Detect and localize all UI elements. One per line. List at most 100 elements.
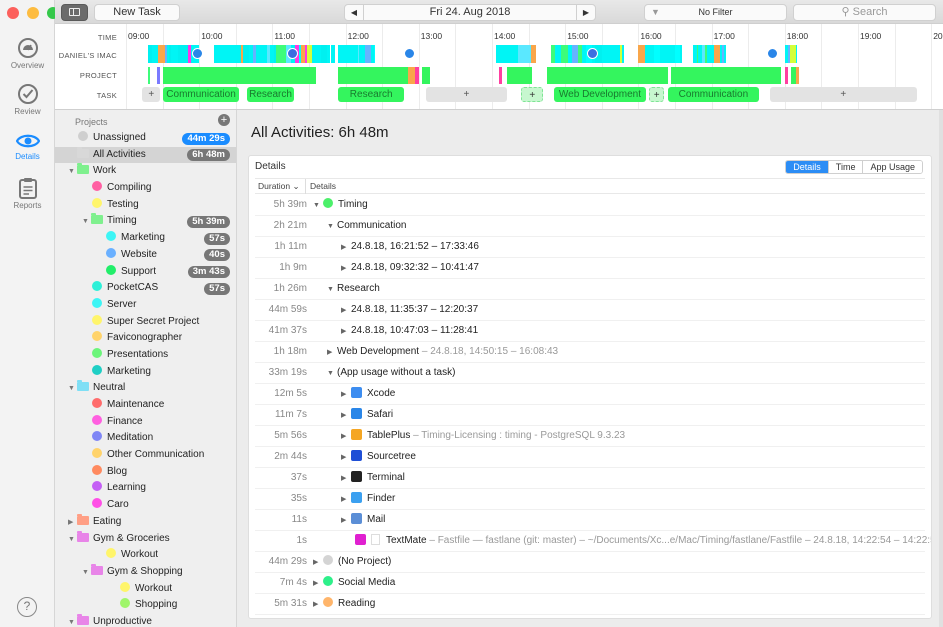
tab-time[interactable]: Time	[827, 161, 863, 173]
table-row[interactable]: 1h 18m ▶ Web Development – 24.8.18, 14:50:…	[255, 342, 925, 363]
scrollbar[interactable]	[939, 110, 943, 627]
add-project-button[interactable]: +	[218, 114, 230, 126]
rail-item-review[interactable]: Review	[0, 83, 55, 116]
tab-app-usage[interactable]: App Usage	[862, 161, 922, 173]
sidebar-item-learning[interactable]: Learning	[55, 480, 236, 497]
disclosure-expanded-icon[interactable]: ▼	[327, 217, 337, 237]
project-segment[interactable]	[162, 67, 317, 84]
add-task-button[interactable]: +	[426, 87, 507, 102]
sidebar-item-support[interactable]: Support 3m 43s	[55, 264, 236, 281]
sidebar-item-blog[interactable]: Blog	[55, 464, 236, 481]
table-row[interactable]: 44m 59s ▶ 24.8.18, 11:35:37 – 12:20:37	[255, 300, 925, 321]
sidebar-item-presentations[interactable]: Presentations	[55, 347, 236, 364]
sidebar-item-workout[interactable]: Workout	[55, 547, 236, 564]
sidebar-item-pocketcas[interactable]: PocketCAS 57s	[55, 280, 236, 297]
sidebar-item-faviconographer[interactable]: Faviconographer	[55, 330, 236, 347]
sidebar-item-gym-groceries[interactable]: ▼ Gym & Groceries	[55, 530, 236, 548]
task-block[interactable]: Communication	[667, 87, 760, 102]
table-row[interactable]: 12m 5s ▶ Xcode	[255, 384, 925, 405]
disclosure-expanded-icon[interactable]: ▼	[327, 364, 337, 384]
disclosure-collapsed-icon[interactable]: ▶	[341, 427, 351, 447]
task-block[interactable]: Research	[338, 87, 405, 102]
table-row[interactable]: 33m 19s ▼ (App usage without a task)	[255, 363, 925, 384]
project-segment[interactable]	[795, 67, 800, 84]
project-segment[interactable]	[407, 67, 416, 84]
table-row[interactable]: 11m 7s ▶ Safari	[255, 405, 925, 426]
table-row[interactable]: 35s ▶ Finder	[255, 489, 925, 510]
disclosure-collapsed-icon[interactable]: ▶	[313, 553, 323, 573]
sidebar-item-work[interactable]: ▼ Work	[55, 163, 236, 180]
details-column-header[interactable]: Details	[310, 179, 336, 194]
sidebar-item-other-communication[interactable]: Other Communication	[55, 447, 236, 464]
disclosure-collapsed-icon[interactable]: ▶	[341, 259, 351, 279]
sidebar-item-workout[interactable]: Workout	[55, 581, 236, 598]
disclosure-collapsed-icon[interactable]: ▶	[313, 574, 323, 594]
sidebar-item-shopping[interactable]: Shopping	[55, 597, 236, 614]
table-row[interactable]: 44m 29s ▶ (No Project)	[255, 552, 925, 573]
sidebar-item-meditation[interactable]: Meditation	[55, 430, 236, 447]
date-display[interactable]: Fri 24. Aug 2018	[363, 4, 577, 21]
add-task-button[interactable]: +	[142, 87, 161, 102]
table-row[interactable]: 1s TextMate – Fastfile — fastlane (git: m…	[255, 531, 931, 552]
disclosure-collapsed-icon[interactable]: ▶	[341, 511, 351, 531]
help-button[interactable]: ?	[17, 597, 37, 617]
table-row[interactable]: 11s ▶ Mail	[255, 510, 925, 531]
project-segment[interactable]	[499, 67, 502, 84]
project-segment[interactable]	[506, 67, 533, 84]
table-row[interactable]: 5m 31s ▶ Reading	[255, 594, 925, 615]
disclosure-collapsed-icon[interactable]: ▶	[327, 343, 337, 363]
new-task-button[interactable]: New Task	[94, 4, 180, 21]
sidebar-item-timing[interactable]: ▼ Timing 5h 39m	[55, 213, 236, 230]
previous-day-button[interactable]: ◀	[344, 4, 364, 21]
disclosure-expanded-icon[interactable]: ▼	[82, 565, 91, 582]
disclosure-collapsed-icon[interactable]: ▶	[341, 238, 351, 258]
project-segment[interactable]	[338, 67, 408, 84]
table-row[interactable]: 7m 4s ▶ Social Media	[255, 573, 925, 594]
project-segment[interactable]	[157, 67, 161, 84]
task-block[interactable]: Web Development	[554, 87, 646, 102]
disclosure-expanded-icon[interactable]: ▼	[68, 615, 77, 627]
add-task-button[interactable]: +	[770, 87, 917, 102]
rail-item-reports[interactable]: Reports	[0, 177, 55, 210]
disclosure-expanded-icon[interactable]: ▼	[82, 214, 91, 231]
task-block[interactable]: Research	[246, 87, 295, 102]
sidebar-item-compiling[interactable]: Compiling	[55, 180, 236, 197]
table-row[interactable]: 2h 21m ▼ Communication	[255, 216, 925, 237]
project-segment[interactable]	[546, 67, 668, 84]
disclosure-collapsed-icon[interactable]: ▶	[341, 322, 351, 342]
rail-item-details[interactable]: Details	[0, 132, 55, 161]
sidebar-item-gym-shopping[interactable]: ▼ Gym & Shopping	[55, 563, 236, 582]
project-segment[interactable]	[415, 67, 419, 84]
minimize-window-button[interactable]	[27, 7, 39, 19]
sidebar-item-website[interactable]: Website 40s	[55, 247, 236, 264]
table-row[interactable]: 41m 37s ▶ 24.8.18, 10:47:03 – 11:28:41	[255, 321, 925, 342]
table-row[interactable]: 5m 56s ▶ TablePlus – Timing-Licensing : ti…	[255, 426, 925, 447]
project-segment[interactable]	[671, 67, 782, 84]
sidebar-item-all-activities[interactable]: All Activities 6h 48m	[55, 146, 236, 164]
tab-details[interactable]: Details	[786, 161, 828, 173]
timeline[interactable]: TIME DANIEL'S IMAC PROJECT TASK 09:00 10:…	[55, 24, 943, 110]
sidebar-item-eating[interactable]: ▶ Eating	[55, 513, 236, 532]
disclosure-expanded-icon[interactable]: ▼	[327, 280, 337, 300]
sidebar-toggle-button[interactable]	[61, 4, 88, 21]
close-window-button[interactable]	[7, 7, 19, 19]
disclosure-collapsed-icon[interactable]: ▶	[313, 595, 323, 615]
sidebar-item-unproductive[interactable]: ▼ Unproductive	[55, 613, 236, 627]
disclosure-collapsed-icon[interactable]: ▶	[341, 490, 351, 510]
sidebar-item-marketing[interactable]: Marketing 57s	[55, 230, 236, 247]
add-task-button[interactable]: +	[521, 87, 544, 102]
duration-column-header[interactable]: Duration ⌄	[258, 179, 306, 194]
disclosure-collapsed-icon[interactable]: ▶	[68, 515, 77, 532]
filter-dropdown[interactable]: ▼ No Filter	[644, 4, 787, 21]
table-row[interactable]: 5h 39m ▼ Timing	[255, 195, 925, 216]
sidebar-item-testing[interactable]: Testing	[55, 197, 236, 214]
project-segment[interactable]	[422, 67, 430, 84]
disclosure-collapsed-icon[interactable]: ▶	[341, 448, 351, 468]
table-row[interactable]: 1h 26m ▼ Research	[255, 279, 925, 300]
sidebar-item-caro[interactable]: Caro	[55, 497, 236, 514]
sidebar-item-neutral[interactable]: ▼ Neutral	[55, 380, 236, 397]
disclosure-expanded-icon[interactable]: ▼	[68, 381, 77, 398]
disclosure-collapsed-icon[interactable]: ▶	[341, 301, 351, 321]
disclosure-collapsed-icon[interactable]: ▶	[341, 385, 351, 405]
table-row[interactable]: 37s ▶ Terminal	[255, 468, 925, 489]
